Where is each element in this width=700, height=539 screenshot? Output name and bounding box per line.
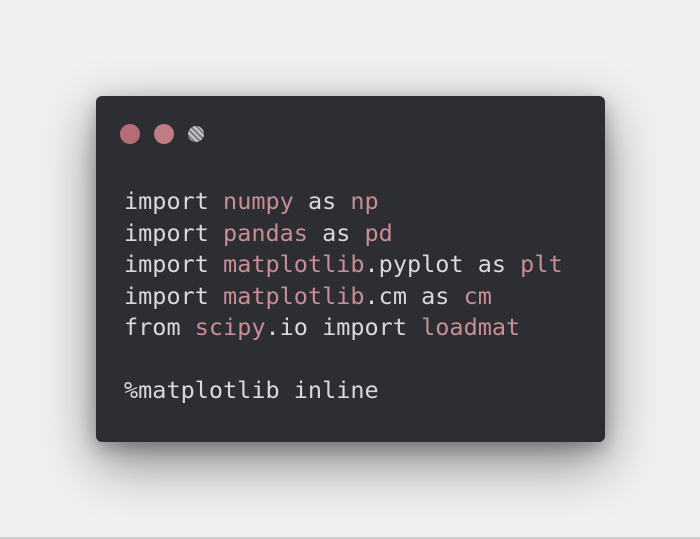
maximize-button[interactable] <box>188 126 204 142</box>
code-token: import <box>124 218 209 247</box>
code-line: import pandas as pd <box>124 218 563 250</box>
code-token: pd <box>364 218 393 247</box>
code-token: import <box>124 281 209 310</box>
code-token: as <box>293 187 351 215</box>
code-token: plt <box>520 250 563 278</box>
code-token: loadmat <box>421 313 521 341</box>
minimize-button[interactable] <box>154 124 174 144</box>
code-line: import matplotlib.cm as cm <box>124 281 563 313</box>
code-token: numpy <box>223 187 294 215</box>
close-button[interactable] <box>120 124 140 144</box>
code-token: import <box>124 187 209 215</box>
code-line: import matplotlib.pyplot as plt <box>124 249 563 281</box>
code-token: .io import <box>265 313 422 341</box>
code-line: %matplotlib inline <box>124 375 563 407</box>
code-token: np <box>350 187 379 215</box>
code-token: .cm as <box>364 281 464 310</box>
code-token: .pyplot as <box>364 250 521 278</box>
code-token: from <box>124 313 181 341</box>
code-token: matplotlib <box>223 250 365 278</box>
code-token: scipy <box>194 313 266 341</box>
window-controls <box>120 124 204 144</box>
code-token: import <box>124 250 209 278</box>
code-line: from scipy.io import loadmat <box>124 312 563 344</box>
code-token: %matplotlib inline <box>124 376 379 404</box>
code-token: cm <box>463 281 492 310</box>
code-block: import numpy as np import pandas as pd imp… <box>124 186 563 407</box>
code-token: as <box>307 218 365 247</box>
code-window: import numpy as np import pandas as pd imp… <box>96 96 605 442</box>
code-token: pandas <box>223 218 308 247</box>
code-line: import numpy as np <box>124 186 563 218</box>
code-token: matplotlib <box>223 281 365 310</box>
